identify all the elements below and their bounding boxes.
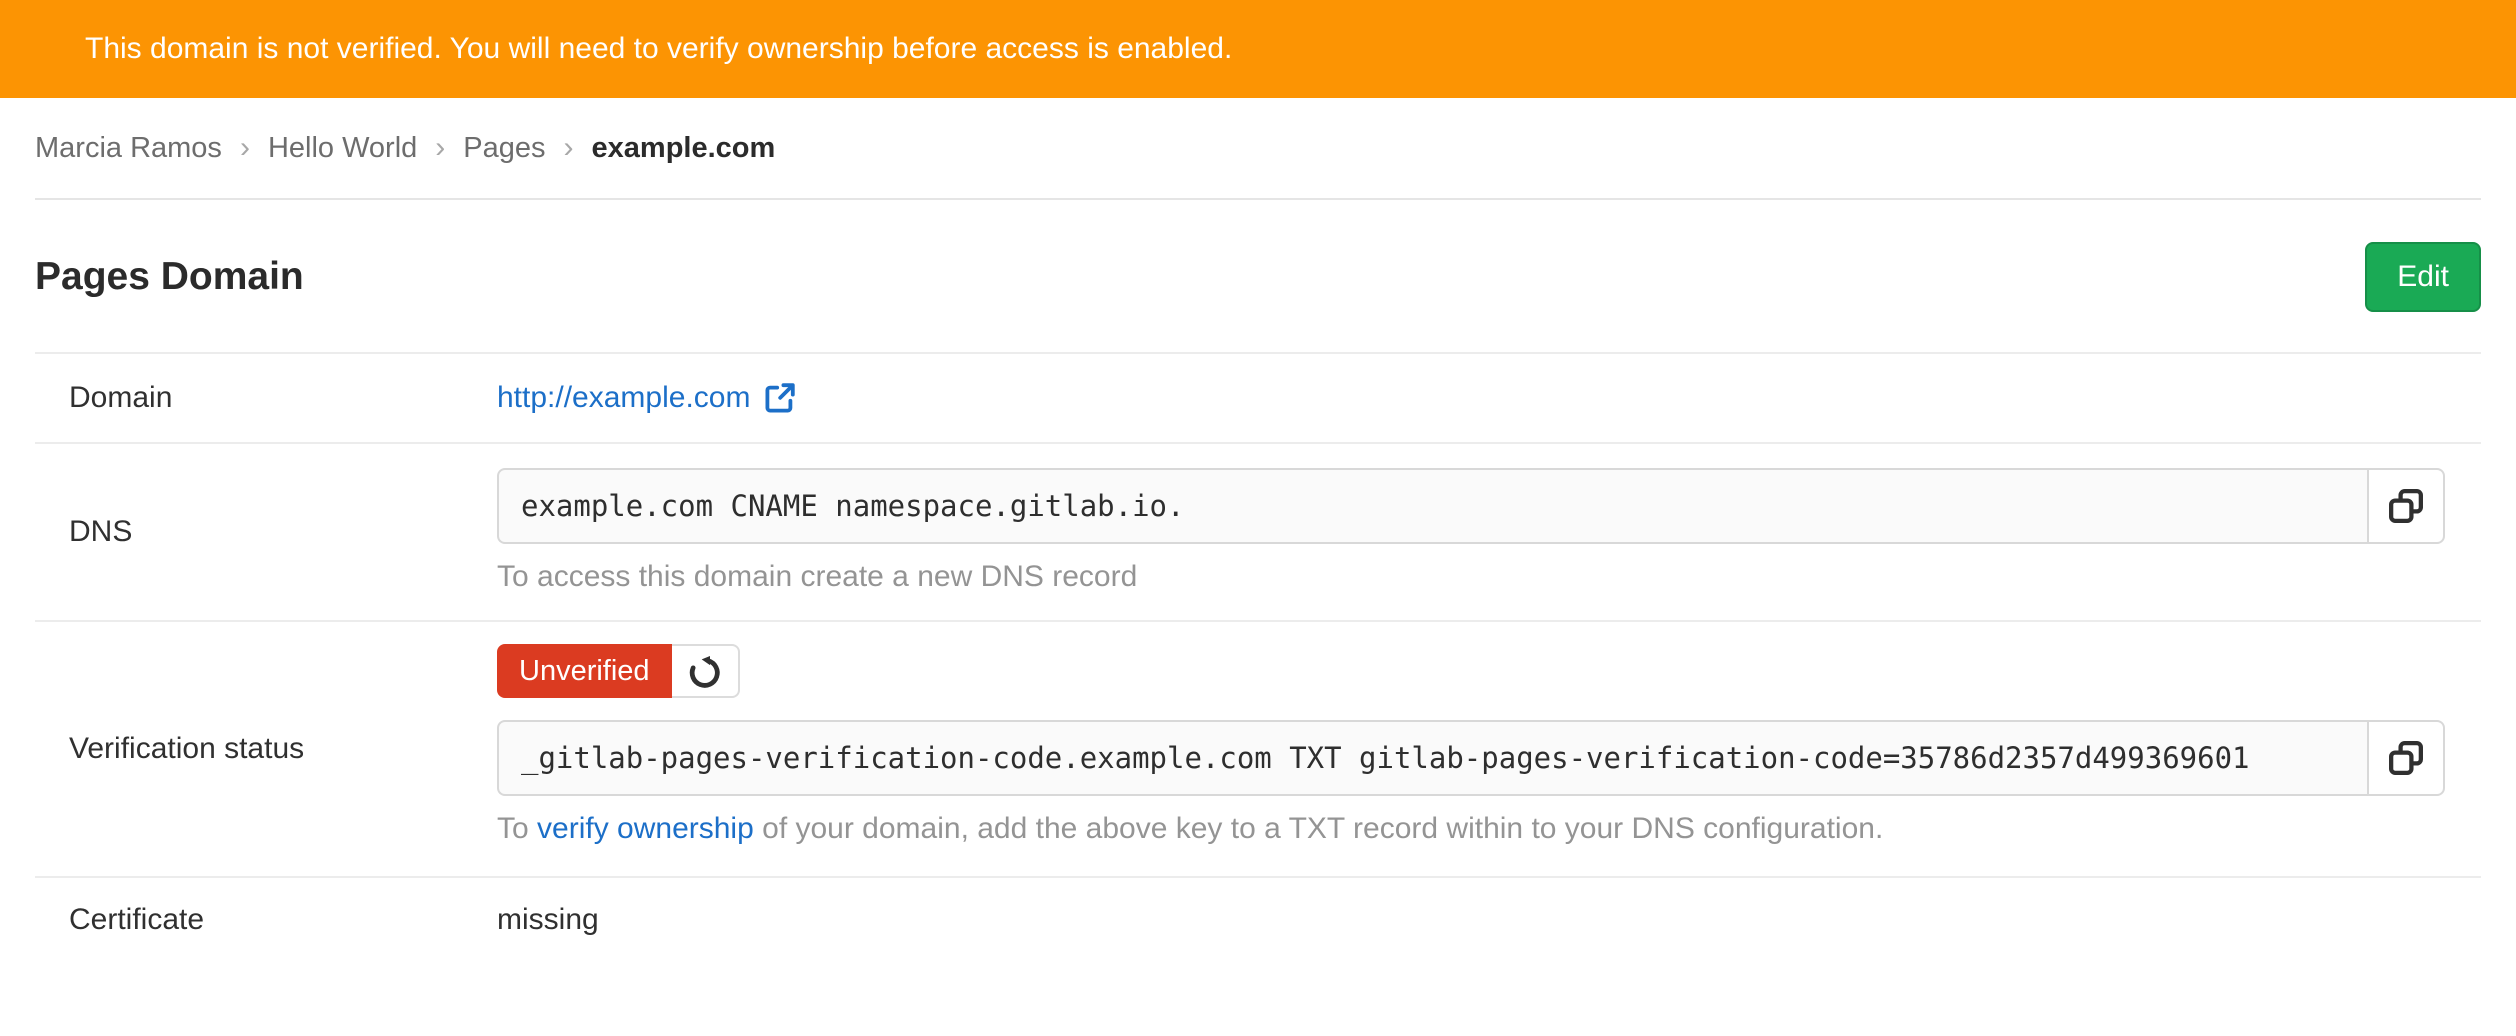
breadcrumb-separator-icon: › xyxy=(564,131,574,165)
helper-prefix: To xyxy=(497,812,537,845)
breadcrumb-pages[interactable]: Pages xyxy=(463,132,545,165)
retry-icon xyxy=(686,652,724,690)
edit-button[interactable]: Edit xyxy=(2365,242,2481,312)
domain-link[interactable]: http://example.com xyxy=(497,380,796,416)
domain-link-text: http://example.com xyxy=(497,380,750,416)
unverified-badge: Unverified xyxy=(497,644,672,698)
copy-icon xyxy=(2388,488,2424,524)
verification-helper-text: To verify ownership of your domain, add … xyxy=(497,812,2445,846)
dns-copy-button[interactable] xyxy=(2367,468,2445,544)
verification-badge-group: Unverified xyxy=(497,644,740,698)
breadcrumb-separator-icon: › xyxy=(240,131,250,165)
retry-verification-button[interactable] xyxy=(672,644,740,698)
verification-status-row: Verification status Unverified xyxy=(35,620,2481,876)
breadcrumb: Marcia Ramos › Hello World › Pages › exa… xyxy=(35,98,2481,200)
dns-row: DNS To access this domain create a new D… xyxy=(35,442,2481,620)
certificate-value: missing xyxy=(497,903,599,937)
verification-status-label: Verification status xyxy=(35,622,497,876)
helper-suffix: of your domain, add the above key to a T… xyxy=(754,812,1884,845)
domain-label: Domain xyxy=(35,354,497,442)
verification-copy-button[interactable] xyxy=(2367,720,2445,796)
page-header: Pages Domain Edit xyxy=(35,200,2481,352)
domain-not-verified-banner: This domain is not verified. You will ne… xyxy=(0,0,2516,98)
breadcrumb-user[interactable]: Marcia Ramos xyxy=(35,132,222,165)
page-title: Pages Domain xyxy=(35,255,304,299)
dns-label: DNS xyxy=(35,444,497,620)
verification-input-group xyxy=(497,720,2445,796)
domain-row: Domain http://example.com xyxy=(35,352,2481,442)
breadcrumb-project[interactable]: Hello World xyxy=(268,132,417,165)
dns-input-group xyxy=(497,468,2445,544)
certificate-row: Certificate missing xyxy=(35,876,2481,962)
verify-ownership-link[interactable]: verify ownership xyxy=(537,812,754,845)
certificate-label: Certificate xyxy=(35,878,497,962)
verification-code-input[interactable] xyxy=(497,720,2367,796)
external-link-icon xyxy=(764,382,796,414)
breadcrumb-current-domain: example.com xyxy=(592,132,776,165)
banner-text: This domain is not verified. You will ne… xyxy=(85,32,1232,66)
breadcrumb-separator-icon: › xyxy=(435,131,445,165)
dns-helper-text: To access this domain create a new DNS r… xyxy=(497,560,2445,594)
dns-record-input[interactable] xyxy=(497,468,2367,544)
copy-icon xyxy=(2388,740,2424,776)
